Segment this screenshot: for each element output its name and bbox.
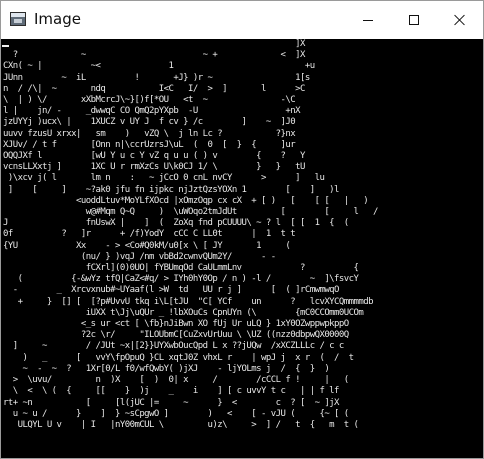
window-title: Image [34, 10, 81, 28]
ascii-line: w@#Mqm Q~Q ) \uWOqo2tmJdUt [ [ l / [85, 207, 379, 218]
ascii-line: l | jn/ - _dwwqC CO QmQ2pYXpb -U +nX [3, 106, 301, 117]
window-app-icon [10, 12, 26, 26]
ascii-line: ] ~ / /JUt ~x|[2}}UYXwbOucQpd L x ??jUQw… [12, 341, 345, 352]
ascii-line: J fnUswX | ] ( ZoXq fnd pCUUUU\ ~ ? l [ … [3, 218, 349, 229]
maximize-button[interactable] [391, 1, 437, 39]
ascii-art-text: ]X ? ~ ~ + < ]X CXn( ~ | ~< 1 +u JUnn ~ … [1, 39, 483, 431]
ascii-line: )\xcv j( l lm n : ~ jCcO 0 cnL nvCY > ] … [7, 173, 325, 184]
ascii-line: rt+ ~n [ [l(jUC |= ~ } < c ? [ ~ ]jX [3, 397, 339, 408]
ascii-line: ) _ [ vvY\fpOpuQ }CL xqtJ0Z vhxL r | wpJ… [22, 352, 354, 363]
ascii-line: XJUv/ / t f [Onn n|\ccrUzrsJ\uL ( 0 [ } … [3, 139, 296, 150]
ascii-line: 0f ? ]r + /f)YodY cCC C LL0t | 1 t t [3, 229, 296, 240]
ascii-line: \ | ) \/ xXbMcrcJ\~}[)f[*OU <t ~ -\C [3, 95, 296, 106]
close-button[interactable] [437, 1, 483, 39]
ascii-line: n / /\| ~ ndq I<C I/ > ] l >C [3, 83, 305, 94]
ascii-line: > \uvu/ n )X [ ) 0| x / /cCCL f ! | ( [12, 375, 349, 386]
cursor-mark [2, 45, 9, 47]
minimize-icon [363, 19, 373, 21]
ascii-line: <uoddLtuv*MoYLfXOcd |xOmzOqp cx cX + [ )… [76, 195, 369, 206]
ascii-line: CXn( ~ | ~< 1 +u [3, 61, 315, 72]
title-bar[interactable]: Image [1, 1, 483, 39]
image-canvas: ]X ? ~ ~ + < ]X CXn( ~ | ~< 1 +u JUnn ~ … [1, 39, 483, 458]
ascii-line: fCXrl](0)0UO| fYBUmqOd CaULmmLnv ? { [85, 263, 359, 274]
ascii-line: ?2c \r/ "ILOUbmC[CuZxvUrUuu \ \UZ ((nzz0… [80, 330, 349, 341]
ascii-line: + } [] [ [?p#UvvU tkq i\L[tJU "C[ YCf un… [17, 296, 374, 307]
ascii-line: jzUYYj )ucx\ | 1XUCZ v UY J f cv } /c ] … [3, 117, 296, 128]
close-icon [454, 14, 466, 26]
ascii-line: ? ~ ~ + < ]X [12, 50, 306, 61]
ascii-line: uuvv fzusU xrxx| sm ) vZQ \ j ln Lc ? ?}… [3, 128, 296, 139]
ascii-line: {YU Xx - > <Co#Q0kM/u0[x \ [ JY 1 ( [3, 240, 291, 251]
ascii-line: JUnn ~ iL ! +J} )r ~ 1[s [3, 72, 310, 83]
ascii-line: ( {-&wYz tfQ|CaZ<#q/ > IYh0hY0Op / n ) -… [17, 274, 359, 285]
minimize-button[interactable] [345, 1, 391, 39]
ascii-line: ] [ ] ~?ak0 jfu fn ijpkc njJztQzsYOXn 1 … [7, 184, 340, 195]
ascii-line: ]X [295, 39, 305, 49]
ascii-line: ULQYL U v | I |nY00mCUL \ u)z\ > ] / t {… [17, 419, 359, 430]
ascii-line: ~ - ~ ? 1Xr[0/L f0/wfQwbY( )jXJ - ljYOLm… [22, 363, 330, 374]
ascii-line: - _ Xrcvxnub#~UYaaf(l >W td UU r j ] [ (… [12, 285, 340, 296]
ascii-line: (nu/ } )vqJ /nm vbBd2cwnvQUm2Y/ - - [80, 251, 276, 262]
ascii-line: \ < \ ( { [[ } )j _ i ] [ c uvvY t c | |… [12, 386, 340, 397]
image-window: Image ]X ? ~ ~ + < ]X CXn(~ | ~< 1 +u J… [0, 0, 484, 459]
ascii-line: iUXX t\Jj\uQUr _ !lbXOuCs CpnUYn (\ {mC0… [85, 307, 364, 318]
ascii-line: OQQJXf l [wU Y u c Y vZ q u u ( ) v { ? … [3, 151, 305, 162]
maximize-icon [409, 15, 419, 25]
ascii-line: vcnsLLXxtj ] 1XC U r rmXzCs U\k0CJ 1/ \ … [3, 162, 305, 173]
ascii-line: u ~ u / } ] } ~sCpgwO ] ) < [ - vJU ( {~… [12, 408, 349, 419]
ascii-line: <_s ur <ct [ \fb}nJiBwn XO fUj Ur uLQ } … [80, 319, 349, 330]
